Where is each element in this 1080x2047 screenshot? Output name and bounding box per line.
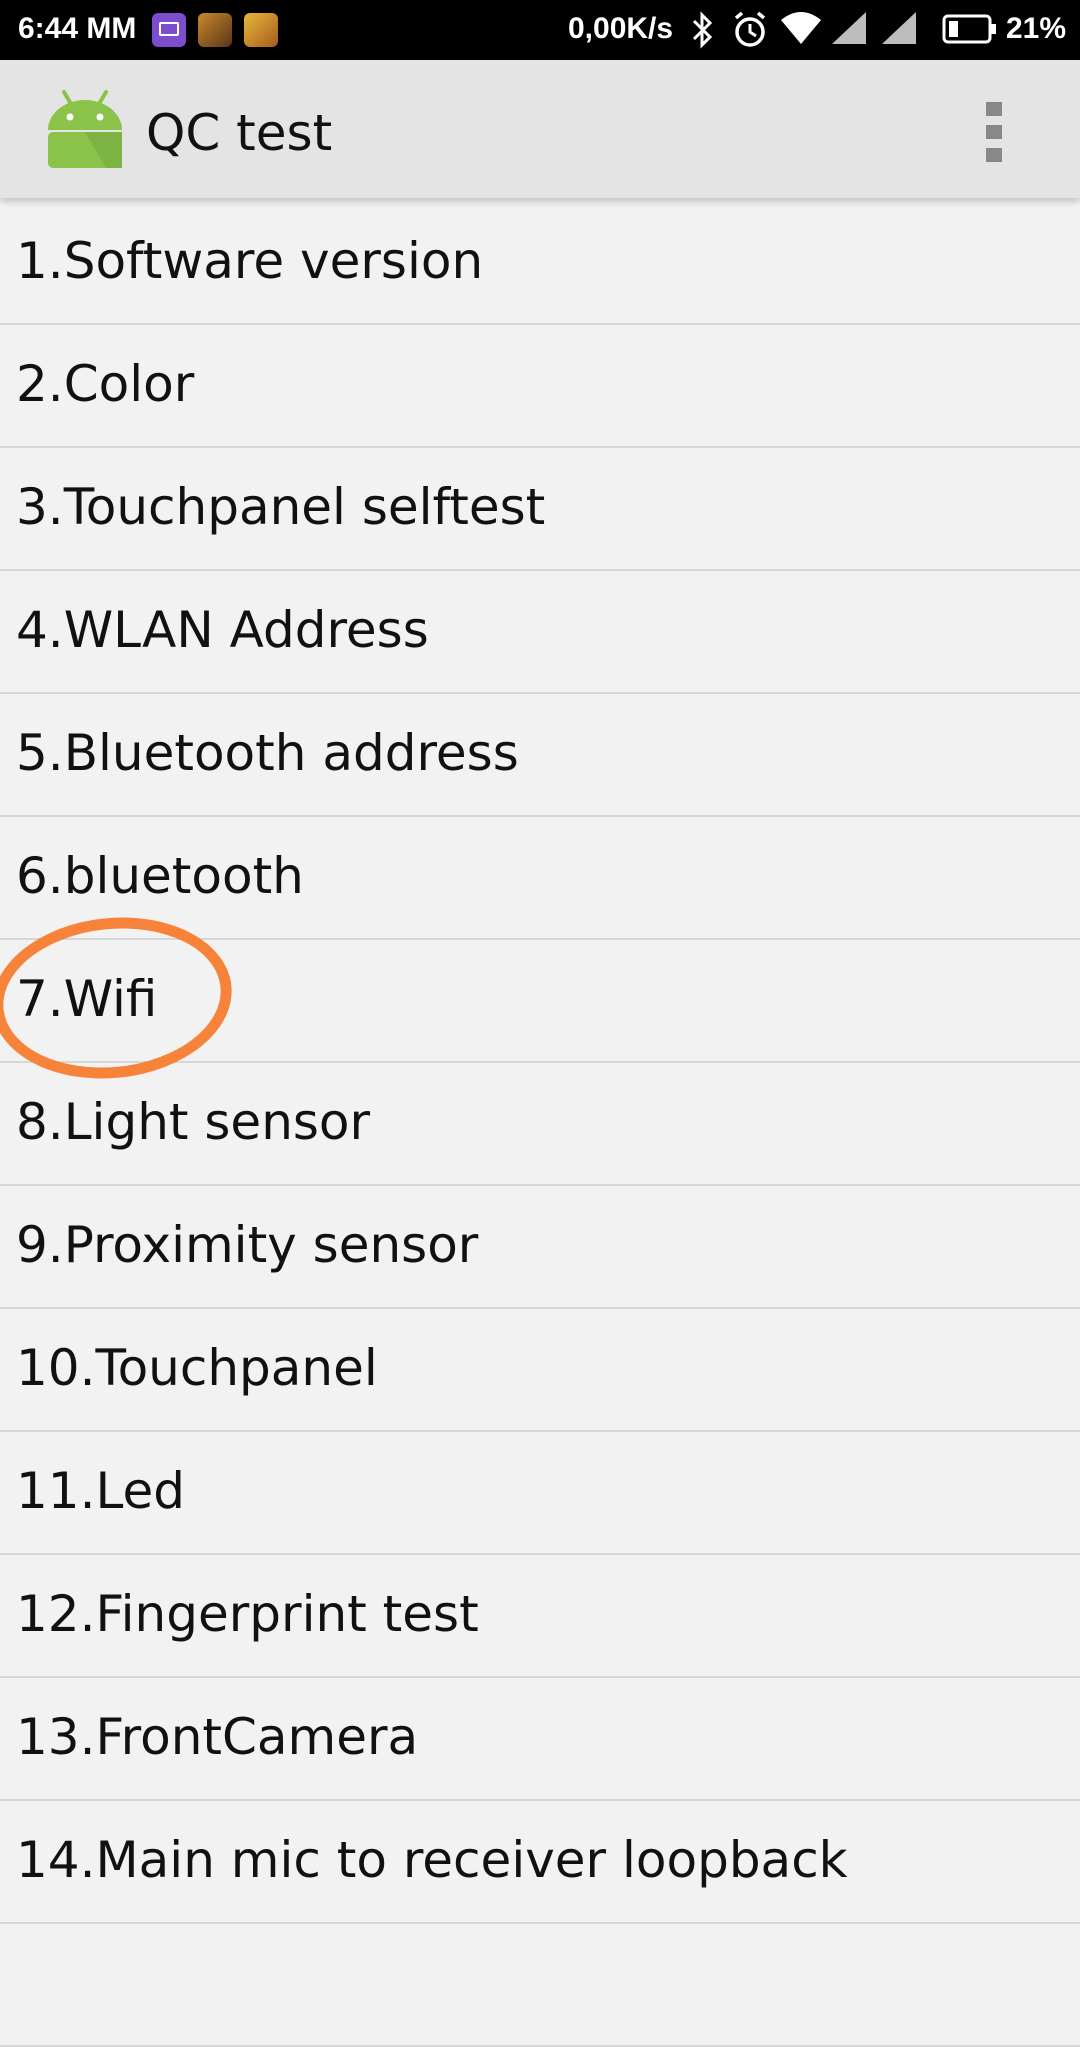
list-item-label: 9.Proximity sensor (16, 1216, 479, 1274)
battery-percent: 21% (1006, 12, 1067, 45)
list-item-touchpanel[interactable]: 10.Touchpanel (0, 1309, 1080, 1432)
status-time: 6:44 MM (18, 12, 137, 45)
list-item-bluetooth[interactable]: 6.bluetooth (0, 817, 1080, 940)
list-item-label: 6.bluetooth (16, 847, 304, 905)
list-item-label: 1.Software version (16, 232, 484, 290)
alarm-icon (734, 11, 766, 47)
list-item-label: 7.Wifi (16, 970, 158, 1028)
network-speed: 0,00K/s (568, 12, 674, 45)
app-title: QC test (146, 104, 333, 162)
qc-test-list: 1.Software version 2.Color 3.Touchpanel … (0, 202, 1080, 2047)
list-item-proximity-sensor[interactable]: 9.Proximity sensor (0, 1186, 1080, 1309)
game-app-icon (198, 13, 232, 47)
list-item-label: 4.WLAN Address (16, 601, 429, 659)
list-item-main-mic-loopback[interactable]: 14.Main mic to receiver loopback (0, 1801, 1080, 1924)
mail-app-icon (152, 13, 186, 47)
list-item-label: 2.Color (16, 355, 195, 413)
list-item-partial[interactable] (0, 1924, 1080, 2047)
list-item-wlan-address[interactable]: 4.WLAN Address (0, 571, 1080, 694)
status-bar: 6:44 MM 0,00K/s 21% (0, 0, 1080, 60)
signal-icon (832, 12, 866, 44)
list-item-label: 12.Fingerprint test (16, 1585, 479, 1643)
signal-icon-2 (882, 12, 916, 44)
list-item-label: 3.Touchpanel selftest (16, 478, 546, 536)
list-item-bluetooth-address[interactable]: 5.Bluetooth address (0, 694, 1080, 817)
overflow-menu-icon[interactable] (986, 102, 1002, 162)
list-item-software-version[interactable]: 1.Software version (0, 202, 1080, 325)
list-item-wifi[interactable]: 7.Wifi (0, 940, 1080, 1063)
list-item-led[interactable]: 11.Led (0, 1432, 1080, 1555)
action-bar: QC test (0, 60, 1080, 198)
list-item-label: 13.FrontCamera (16, 1708, 419, 1766)
list-item-label: 11.Led (16, 1462, 185, 1520)
list-item-fingerprint-test[interactable]: 12.Fingerprint test (0, 1555, 1080, 1678)
android-robot-icon (48, 90, 122, 168)
list-item-touchpanel-selftest[interactable]: 3.Touchpanel selftest (0, 448, 1080, 571)
list-item-label: 14.Main mic to receiver loopback (16, 1831, 848, 1889)
wifi-icon (781, 12, 821, 44)
bluetooth-icon (692, 11, 713, 49)
list-item-label: 5.Bluetooth address (16, 724, 519, 782)
list-item-light-sensor[interactable]: 8.Light sensor (0, 1063, 1080, 1186)
list-item-front-camera[interactable]: 13.FrontCamera (0, 1678, 1080, 1801)
list-item-label: 8.Light sensor (16, 1093, 371, 1151)
game-app-icon-2 (244, 13, 278, 47)
list-item-color[interactable]: 2.Color (0, 325, 1080, 448)
battery-icon (942, 14, 996, 44)
list-item-label: 10.Touchpanel (16, 1339, 378, 1397)
